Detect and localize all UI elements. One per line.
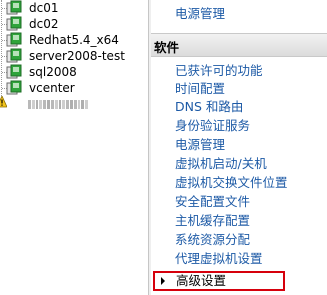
tree-item-vm[interactable]: dc01 — [0, 0, 148, 17]
tree-item-host-warning[interactable] — [0, 96, 148, 113]
link-power-management[interactable]: 电源管理 — [175, 136, 225, 154]
inventory-tree: dc01 dc02 Redhat5.4_x64 server2008-test — [0, 0, 148, 295]
link-time-configuration[interactable]: 时间配置 — [175, 80, 225, 98]
tree-item-label: dc02 — [29, 17, 59, 31]
link-authentication-services[interactable]: 身份验证服务 — [175, 117, 250, 135]
vm-icon — [6, 32, 22, 47]
link-licensed-features[interactable]: 已获许可的功能 — [175, 62, 263, 80]
vm-icon — [6, 80, 22, 95]
tree-item-vm[interactable]: vcenter — [0, 80, 148, 97]
tree-item-label: dc01 — [29, 1, 59, 15]
vm-icon — [6, 0, 22, 15]
tree-item-label: Redhat5.4_x64 — [29, 33, 119, 47]
link-host-cache-configuration[interactable]: 主机缓存配置 — [175, 212, 250, 230]
link-agent-vm-settings[interactable]: 代理虚拟机设置 — [175, 250, 263, 268]
link-system-resource-allocation[interactable]: 系统资源分配 — [175, 231, 250, 249]
link-vm-startup-shutdown[interactable]: 虚拟机启动/关机 — [175, 155, 267, 173]
tree-item-vm[interactable]: server2008-test — [0, 48, 148, 65]
link-security-profile[interactable]: 安全配置文件 — [175, 193, 250, 211]
tree-item-vm[interactable]: sql2008 — [0, 64, 148, 81]
advanced-settings-link[interactable]: 高级设置 — [153, 271, 285, 291]
tree-item-label: server2008-test — [29, 49, 125, 63]
tree-item-label: vcenter — [29, 81, 75, 95]
vm-icon — [6, 16, 22, 31]
expand-arrow-icon — [161, 277, 165, 285]
vm-icon — [6, 48, 22, 63]
link-power-management-hardware[interactable]: 电源管理 — [175, 5, 225, 23]
vm-icon — [6, 64, 22, 79]
tree-item-vm[interactable]: Redhat5.4_x64 — [0, 32, 148, 49]
redacted-host-name — [28, 100, 88, 109]
tree-item-label: sql2008 — [29, 65, 77, 79]
section-title: 软件 — [154, 40, 180, 55]
warning-icon — [0, 96, 7, 108]
section-header-software: 软件 — [151, 33, 327, 57]
advanced-settings-label: 高级设置 — [176, 273, 227, 288]
configuration-panel: 电源管理 软件 已获许可的功能 时间配置 DNS 和路由 身份验证服务 电源管理… — [149, 0, 327, 295]
link-dns-routing[interactable]: DNS 和路由 — [175, 98, 243, 116]
link-vm-swapfile-location[interactable]: 虚拟机交换文件位置 — [175, 174, 288, 192]
tree-item-vm[interactable]: dc02 — [0, 16, 148, 33]
